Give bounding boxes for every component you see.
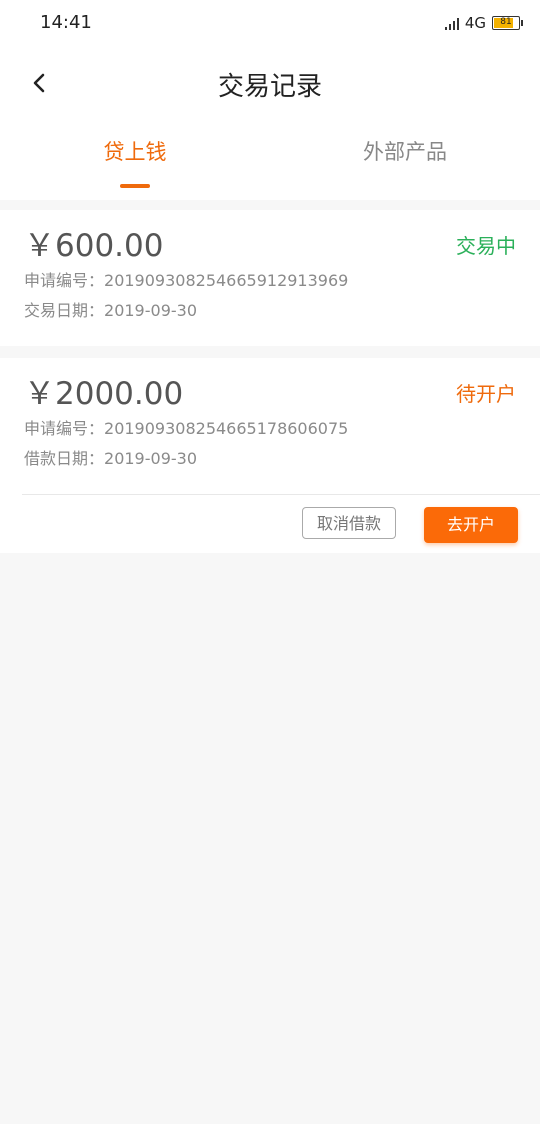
record-card[interactable]: ￥2000.00 待开户 申请编号：2019093082546651786060…	[0, 358, 540, 553]
application-number-row: 申请编号：20190930825466591291396​9	[24, 266, 516, 296]
record-amount: ￥2000.00	[24, 376, 184, 412]
info-label: 交易日期：	[24, 301, 105, 320]
tab-external-products[interactable]: 外部产品	[270, 118, 540, 200]
info-label: 申请编号：	[24, 271, 105, 290]
cancel-loan-button[interactable]: 取消借款	[302, 507, 396, 539]
record-status: 交易中	[456, 234, 516, 258]
signal-icon	[444, 16, 459, 30]
info-value: 20190930825466591291396​9	[104, 271, 349, 290]
info-label: 申请编号：	[24, 419, 105, 438]
top-area: 14:41 4G 81 交易记录 贷上钱 外部产品	[0, 0, 540, 200]
info-value: 2019-09-30	[104, 301, 197, 320]
open-account-button[interactable]: 去开户	[424, 507, 518, 543]
battery-icon: 81	[492, 16, 523, 30]
record-amount: ￥600.00	[24, 228, 164, 264]
status-time: 14:41	[40, 12, 92, 33]
status-indicators: 4G 81	[444, 14, 523, 32]
application-number-row: 申请编号：201909308254665178606075	[24, 414, 516, 444]
record-card[interactable]: ￥600.00 交易中 申请编号：20190930825466591291396…	[0, 210, 540, 346]
loan-date-row: 借款日期：2019-09-30	[24, 444, 516, 474]
battery-level: 81	[500, 17, 512, 27]
info-label: 借款日期：	[24, 449, 105, 468]
page-title: 交易记录	[217, 72, 322, 102]
record-card-body: ￥2000.00 待开户 申请编号：2019093082546651786060…	[0, 358, 540, 494]
record-card-body: ￥600.00 交易中 申请编号：20190930825466591291396…	[0, 210, 540, 346]
status-bar: 14:41 4G 81	[0, 0, 540, 48]
tab-bar: 贷上钱 外部产品	[0, 118, 540, 200]
info-value: 2019-09-30	[104, 449, 197, 468]
transaction-date-row: 交易日期：2019-09-30	[24, 296, 516, 326]
info-value: 201909308254665178606075	[104, 419, 349, 438]
record-actions: 取消借款 去开户	[22, 494, 540, 553]
record-list: ￥600.00 交易中 申请编号：20190930825466591291396…	[0, 200, 540, 553]
nav-header: 交易记录	[0, 48, 540, 118]
record-status: 待开户	[456, 382, 516, 406]
network-type: 4G	[464, 14, 486, 32]
active-tab-indicator	[120, 184, 150, 188]
